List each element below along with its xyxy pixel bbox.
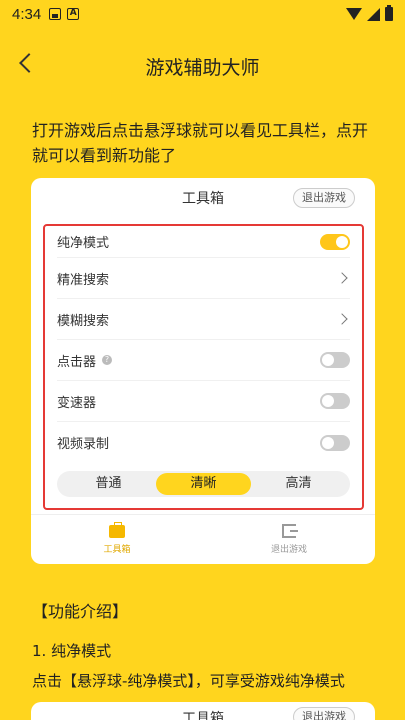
setting-row-precise-search[interactable]: 精准搜索 xyxy=(57,258,350,299)
exit-game-button[interactable]: 退出游戏 xyxy=(293,188,355,208)
clicker-toggle[interactable] xyxy=(320,352,350,368)
status-time: 4:34 xyxy=(12,5,42,23)
toolbox-preview-card-2: 工具箱 退出游戏 xyxy=(31,702,375,720)
section-heading: 【功能介绍】 xyxy=(32,602,129,621)
setting-label: 视频录制 xyxy=(57,437,110,452)
setting-row-clicker[interactable]: 点击器 ? xyxy=(57,340,350,381)
status-bar: 4:34 A xyxy=(0,0,405,28)
quality-option-hd[interactable]: 高清 xyxy=(251,473,346,495)
setting-row-pure-mode[interactable]: 纯净模式 xyxy=(57,226,350,258)
highlighted-settings: 纯净模式 精准搜索 模糊搜索 点击器 ? 变速器 视频录制 普通 清晰 高清 xyxy=(43,224,364,510)
help-icon[interactable]: ? xyxy=(102,355,113,365)
card-bottom-nav: 工具箱 退出游戏 xyxy=(31,514,375,564)
setting-label: 精准搜索 xyxy=(57,272,110,288)
signal-icon xyxy=(367,7,380,21)
setting-row-speed[interactable]: 变速器 xyxy=(57,381,350,422)
status-left-icons: A xyxy=(49,8,80,20)
setting-label: 模糊搜索 xyxy=(57,313,110,329)
exit-icon xyxy=(282,524,298,538)
quality-option-clear[interactable]: 清晰 xyxy=(156,473,251,495)
section-description: 点击【悬浮球-纯净模式】，可享受游戏纯净模式 xyxy=(32,672,345,690)
nav-toolbox[interactable]: 工具箱 xyxy=(31,515,203,564)
chevron-right-icon xyxy=(336,272,348,284)
nav-exit-game[interactable]: 退出游戏 xyxy=(203,515,375,564)
exit-game-button[interactable]: 退出游戏 xyxy=(293,707,355,720)
page-title: 游戏辅助大师 xyxy=(145,56,260,79)
toolbox-icon xyxy=(109,521,125,538)
header: 游戏辅助大师 xyxy=(0,44,405,88)
setting-label-wrap: 点击器 ? xyxy=(57,351,320,370)
back-arrow-icon[interactable] xyxy=(19,53,39,73)
a-notification-icon: A xyxy=(67,8,80,20)
nav-label: 退出游戏 xyxy=(270,545,307,555)
wifi-icon xyxy=(346,8,362,20)
intro-text: 打开游戏后点击悬浮球就可以看见工具栏，点开就可以看到新功能了 xyxy=(32,121,369,165)
photo-notification-icon xyxy=(49,8,62,20)
card-header: 工具箱 退出游戏 xyxy=(31,178,375,218)
status-right-icons xyxy=(346,5,393,21)
setting-label: 点击器 xyxy=(57,354,97,370)
quality-selector: 普通 清晰 高清 xyxy=(57,471,350,497)
battery-icon xyxy=(385,5,393,21)
setting-label: 变速器 xyxy=(57,395,97,411)
chevron-right-icon xyxy=(336,313,348,325)
speed-toggle[interactable] xyxy=(320,393,350,409)
setting-row-fuzzy-search[interactable]: 模糊搜索 xyxy=(57,299,350,340)
card-title: 工具箱 xyxy=(182,191,224,207)
toolbox-preview-card: 工具箱 退出游戏 纯净模式 精准搜索 模糊搜索 点击器 ? 变速器 视频录制 普… xyxy=(31,178,375,564)
pure-mode-toggle[interactable] xyxy=(320,233,350,250)
quality-option-normal[interactable]: 普通 xyxy=(61,473,156,495)
section-subheading: 1. 纯净模式 xyxy=(32,642,112,660)
setting-row-video-record[interactable]: 视频录制 xyxy=(57,422,350,463)
video-record-toggle[interactable] xyxy=(320,434,350,451)
setting-label: 纯净模式 xyxy=(57,236,110,251)
nav-label: 工具箱 xyxy=(103,544,131,555)
